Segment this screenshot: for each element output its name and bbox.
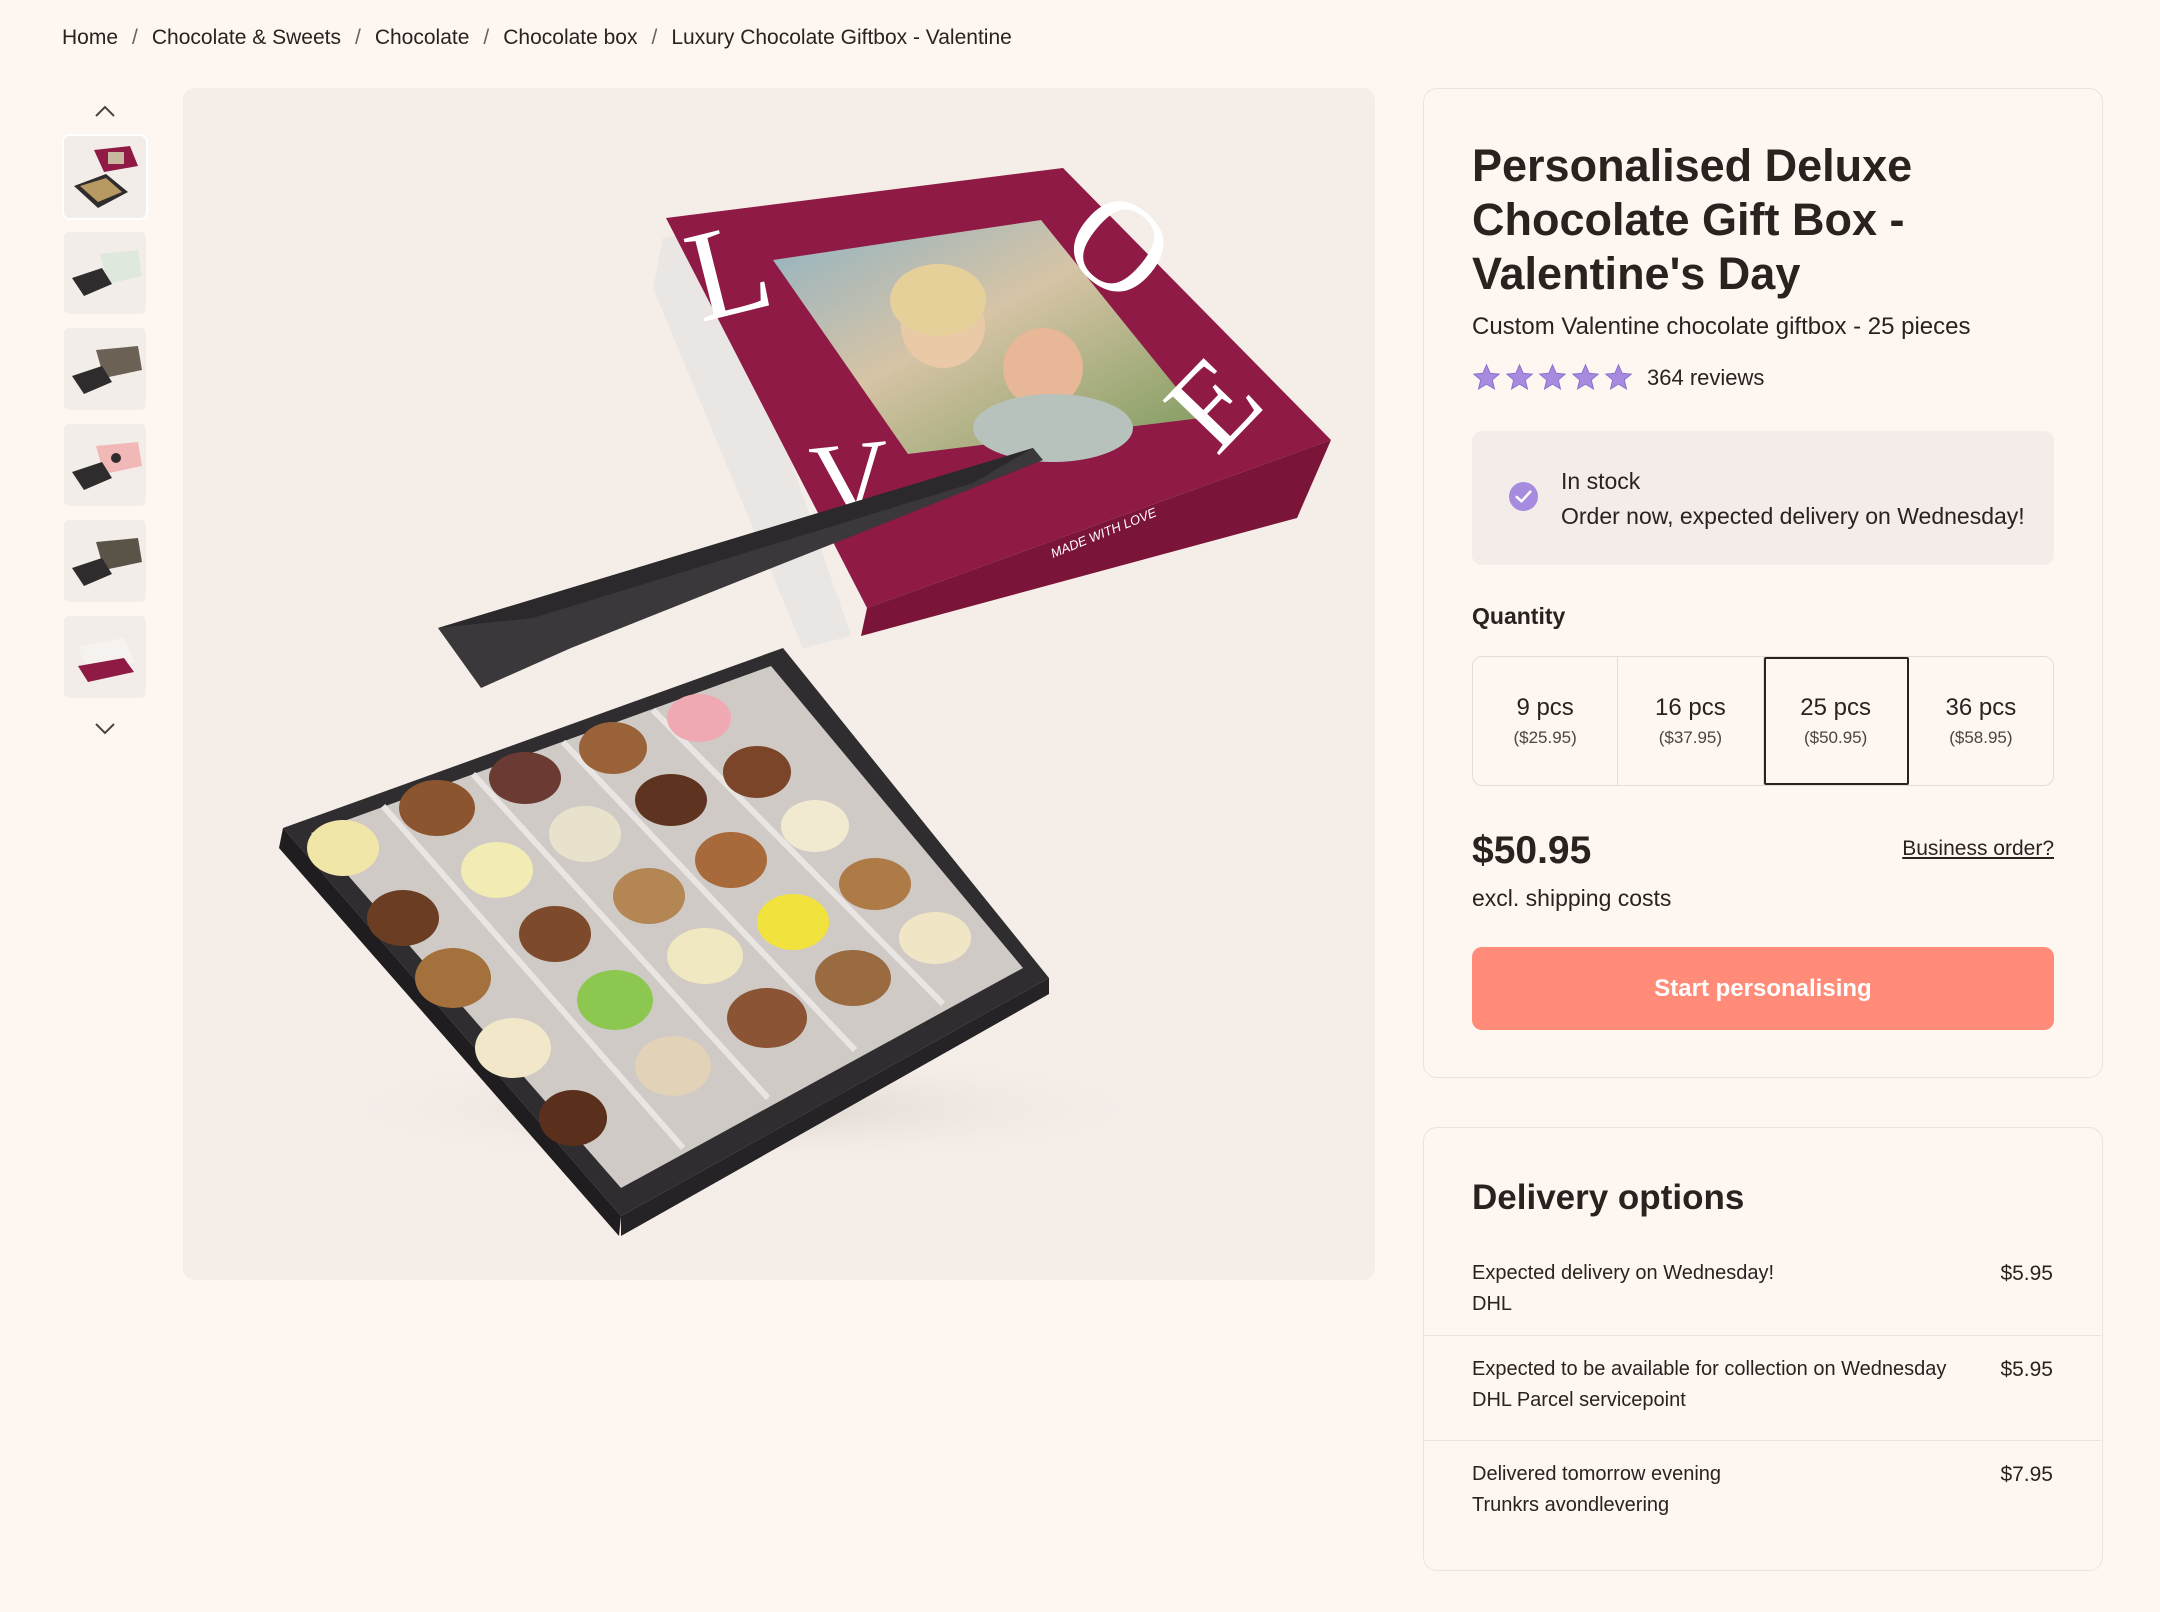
quantity-option-name: 25 pcs <box>1800 694 1871 721</box>
product-summary-panel: Personalised Deluxe Chocolate Gift Box -… <box>1423 88 2103 1078</box>
product-subtitle: Custom Valentine chocolate giftbox - 25 … <box>1472 313 1971 340</box>
star-icon <box>1604 363 1633 390</box>
quantity-option-price: ($50.95) <box>1803 728 1868 747</box>
thumbnail-6[interactable] <box>64 616 146 698</box>
delivery-option-price: $7.95 <box>2000 1463 2053 1486</box>
delivery-option: Expected delivery on Wednesday! DHL $5.9… <box>1424 1240 2101 1345</box>
stock-message: Order now, expected delivery on Wednesda… <box>1561 503 2025 529</box>
quantity-option-price: ($25.95) <box>1513 728 1577 747</box>
breadcrumb-chocolate-sweets[interactable]: Chocolate & Sweets <box>152 26 341 50</box>
quantity-option-price: ($37.95) <box>1658 728 1723 747</box>
breadcrumb-chocolate[interactable]: Chocolate <box>375 26 470 50</box>
delivery-options-panel: Delivery options Expected delivery on We… <box>1423 1127 2103 1571</box>
delivery-option-price: $5.95 <box>2000 1262 2053 1285</box>
quantity-option-16[interactable]: 16 pcs ($37.95) <box>1618 657 1764 785</box>
chevron-down-icon <box>95 723 115 735</box>
stock-status-box: In stock Order now, expected delivery on… <box>1472 431 2054 565</box>
product-price: $50.95 <box>1472 829 1592 872</box>
star-icon <box>1472 363 1501 390</box>
thumbnail-5[interactable] <box>64 520 146 602</box>
quantity-option-25[interactable]: 25 pcs ($50.95) <box>1763 657 1909 785</box>
business-order-link[interactable]: Business order? <box>1902 837 2054 861</box>
delivery-options-title: Delivery options <box>1472 1178 1745 1217</box>
star-icon <box>1505 363 1534 390</box>
chevron-up-icon <box>95 105 115 117</box>
thumbnails-up-button[interactable] <box>62 94 148 128</box>
thumbnail-image <box>64 520 146 602</box>
breadcrumb-home[interactable]: Home <box>62 26 118 50</box>
delivery-option-description: Expected delivery on Wednesday! <box>1472 1262 1775 1284</box>
quantity-option-9[interactable]: 9 pcs ($25.95) <box>1473 657 1619 785</box>
thumbnail-image <box>64 328 146 410</box>
product-main-image[interactable]: L O V E MADE WITH LOVE <box>183 88 1375 1280</box>
delivery-option-price: $5.95 <box>2000 1358 2053 1381</box>
quantity-selector: 9 pcs ($25.95) 16 pcs ($37.95) 25 pcs ($… <box>1472 656 2054 786</box>
check-circle-icon <box>1508 481 1539 512</box>
breadcrumb-separator: / <box>483 26 490 49</box>
product-rating[interactable]: 364 reviews <box>1472 363 1764 392</box>
thumbnail-image <box>64 232 146 314</box>
product-title: Personalised Deluxe Chocolate Gift Box -… <box>1472 140 1913 299</box>
thumbnail-1[interactable] <box>62 134 148 220</box>
thumbnail-image <box>64 424 146 506</box>
delivery-option: Delivered tomorrow evening Trunkrs avond… <box>1424 1440 2101 1545</box>
breadcrumb-current: Luxury Chocolate Giftbox - Valentine <box>671 26 1012 49</box>
shipping-note: excl. shipping costs <box>1472 885 1672 911</box>
breadcrumb-chocolate-box[interactable]: Chocolate box <box>503 26 637 50</box>
quantity-option-name: 9 pcs <box>1516 694 1574 721</box>
thumbnail-3[interactable] <box>64 328 146 410</box>
star-icon <box>1538 363 1567 390</box>
thumbnail-image <box>64 136 146 218</box>
quantity-option-36[interactable]: 36 pcs ($58.95) <box>1909 657 2053 785</box>
delivery-option-carrier: Trunkrs avondlevering <box>1472 1494 1670 1516</box>
quantity-option-price: ($58.95) <box>1949 728 2013 747</box>
breadcrumb-separator: / <box>651 26 658 49</box>
delivery-option-description: Delivered tomorrow evening <box>1472 1463 1722 1485</box>
rating-stars <box>1472 363 1633 392</box>
thumbnails-down-button[interactable] <box>62 712 148 746</box>
quantity-option-name: 36 pcs <box>1945 694 2017 721</box>
thumbnail-2[interactable] <box>64 232 146 314</box>
breadcrumb: Home / Chocolate & Sweets / Chocolate / … <box>62 26 1012 50</box>
breadcrumb-separator: / <box>132 26 138 49</box>
delivery-option-carrier: DHL <box>1472 1293 1513 1315</box>
stock-status: In stock <box>1561 468 1641 494</box>
star-icon <box>1571 363 1600 390</box>
chocolate-box-illustration: L O V E MADE WITH LOVE <box>279 161 1331 1236</box>
delivery-option-description: Expected to be available for collection … <box>1472 1358 1947 1380</box>
delivery-option-carrier: DHL Parcel servicepoint <box>1472 1389 1686 1411</box>
review-count[interactable]: 364 reviews <box>1647 365 1764 391</box>
thumbnail-rail <box>62 94 148 746</box>
thumbnail-image <box>64 616 146 698</box>
thumbnail-4[interactable] <box>64 424 146 506</box>
quantity-option-name: 16 pcs <box>1655 694 1726 721</box>
breadcrumb-separator: / <box>354 26 361 49</box>
start-personalising-button[interactable]: Start personalising <box>1472 947 2054 1030</box>
quantity-label: Quantity <box>1472 603 1566 629</box>
delivery-option: Expected to be available for collection … <box>1424 1335 2101 1440</box>
